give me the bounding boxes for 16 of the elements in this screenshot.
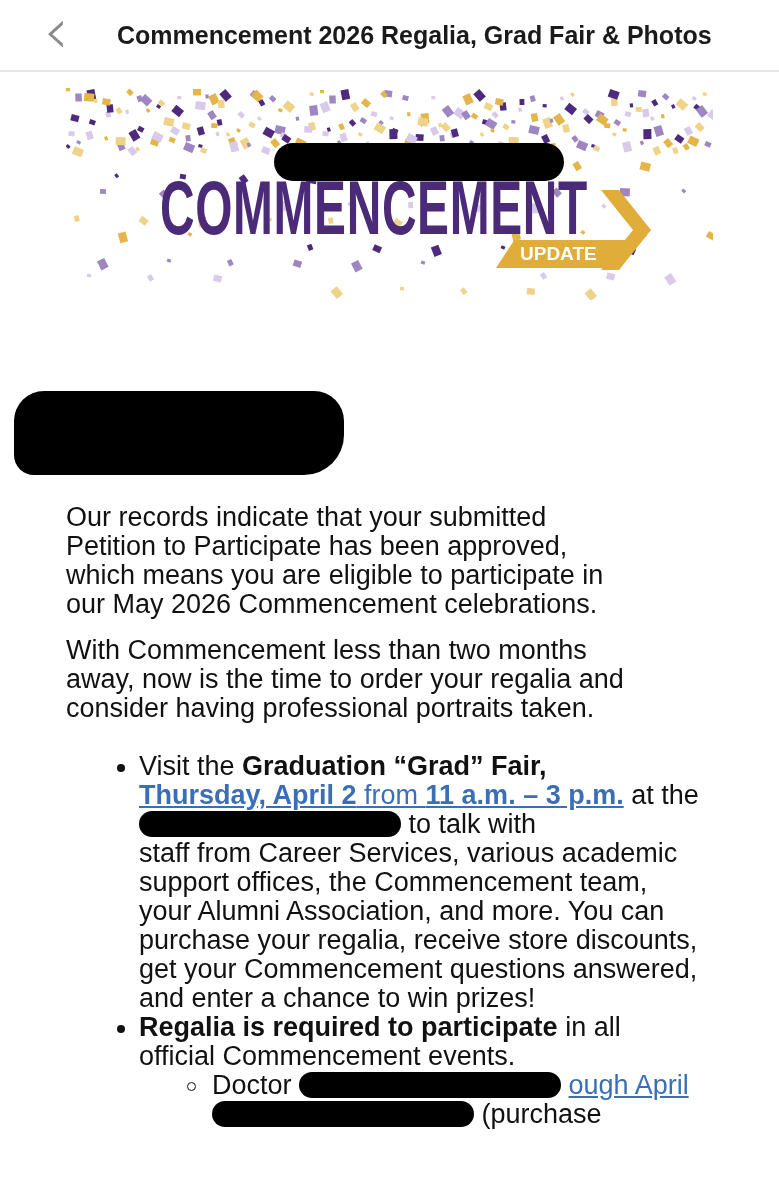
date-link[interactable]: ough April	[568, 1070, 689, 1100]
body-text: to talk with	[408, 809, 537, 839]
back-button[interactable]: ‹	[36, 0, 76, 71]
update-badge: UPDATE	[496, 240, 627, 268]
bullet-icon	[117, 764, 125, 772]
body-text: (purchase	[481, 1099, 602, 1129]
body-text: staff from Career Services, various academic support offices, the Commencement team, your Alumni Association, and more. You can purchase your regalia, receive store discounts, get your Commencement questions answered, and enter a chance to win prizes!	[139, 839, 699, 1013]
body-text: Visit the Graduation “Grad” Fair,	[139, 751, 547, 781]
body-paragraph: Our records indicate that your submitted Petition to Participate has been approved, which means you are eligible to participate in our May 2026 Commencement celebrations.	[66, 503, 605, 619]
body-text: Doctor	[212, 1070, 292, 1100]
body-text: at the	[631, 780, 699, 810]
body-text: Regalia is required to participate in all official Commencement events.	[139, 1013, 622, 1071]
date-link[interactable]: Thursday, April 2 from 11 a.m. – 3 p.m.	[139, 780, 624, 810]
message-title: Commencement 2026 Regalia, Grad Fair & Photos	[117, 20, 712, 50]
body-paragraph: With Commencement less than two months away, now is the time to order your regalia and consider having professional portraits taken.	[66, 636, 625, 723]
bullet-icon	[117, 1025, 125, 1033]
